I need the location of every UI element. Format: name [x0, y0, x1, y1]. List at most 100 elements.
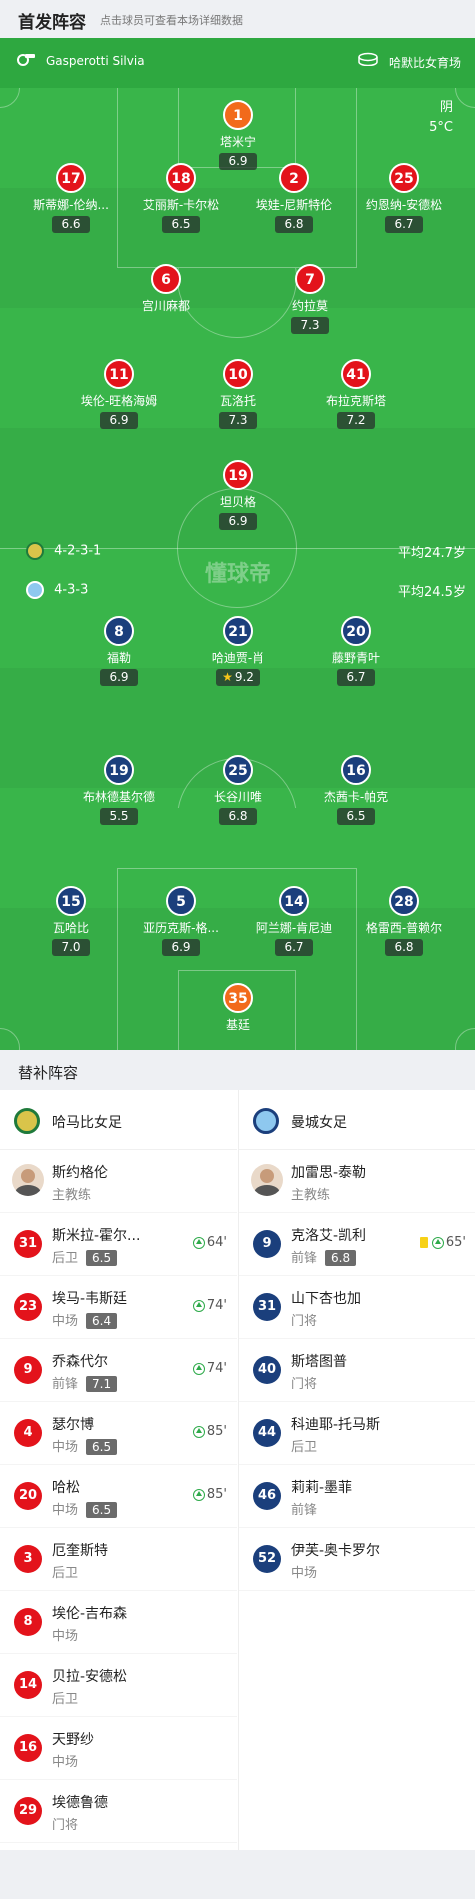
player-number: 16	[341, 755, 371, 785]
sub-number: 44	[253, 1419, 281, 1447]
rating-value: 6.9	[109, 413, 129, 427]
player-rating: 6.9	[100, 669, 138, 686]
sub-minute: 85'	[206, 1487, 227, 1502]
away-player[interactable]: 5 亚历克斯-格... 6.9	[121, 886, 241, 956]
home-player[interactable]: 25 约恩纳-安德松 6.7	[344, 163, 464, 233]
home-avg-age: 平均24.7岁	[398, 546, 466, 561]
player-name: 杰茜卡-帕克	[323, 790, 389, 804]
home-player[interactable]: 2 埃娃-尼斯特伦 6.8	[234, 163, 354, 233]
player-name: 斯蒂娜-伦纳...	[33, 198, 109, 212]
sub-position-label: 中场	[52, 1629, 79, 1644]
away-player[interactable]: 35 基廷	[178, 983, 298, 1033]
home-sub-row[interactable]: 16 天野纱 中场	[0, 1717, 237, 1780]
away-sub-row[interactable]: 40 斯塔图普 门将	[239, 1339, 475, 1402]
away-sub-row[interactable]: 44 科迪耶-托马斯 后卫	[239, 1402, 475, 1465]
home-player[interactable]: 11 埃伦-旺格海姆 6.9	[59, 359, 179, 429]
sub-number: 40	[253, 1356, 281, 1384]
home-player[interactable]: 19 坦贝格 6.9	[178, 460, 298, 530]
away-team-logo-icon	[253, 1108, 279, 1134]
rating-value: 6.8	[284, 217, 304, 231]
home-team-name: 哈马比女足	[52, 1115, 122, 1131]
sub-rating: 6.5	[86, 1439, 118, 1455]
home-sub-row[interactable]: 20 哈松 中场 6.5 85'	[0, 1465, 237, 1528]
away-coach-row[interactable]: 加雷思-泰勒 主教练	[239, 1150, 475, 1213]
home-sub-row[interactable]: 31 斯米拉-霍尔... 后卫 6.5 64'	[0, 1213, 237, 1276]
home-formation-row: 4-2-3-1 平均24.7岁	[26, 542, 466, 561]
sub-name: 埃伦-吉布森	[52, 1606, 128, 1622]
sub-position: 中场	[52, 1625, 78, 1644]
home-player[interactable]: 41 布拉克斯塔 7.2	[296, 359, 416, 429]
player-number: 41	[341, 359, 371, 389]
home-team-logo-icon	[14, 1108, 40, 1134]
weather-temperature: 5°C	[429, 120, 453, 135]
sub-on-icon	[192, 1299, 205, 1312]
home-sub-row[interactable]: 9 乔森代尔 前锋 7.1 74'	[0, 1339, 237, 1402]
sub-position-label: 前锋	[291, 1503, 318, 1518]
home-player[interactable]: 6 宫川麻都	[106, 264, 226, 314]
away-player[interactable]: 25 长谷川唯 6.8	[178, 755, 298, 825]
away-player[interactable]: 14 阿兰娜-肯尼迪 6.7	[234, 886, 354, 956]
player-name: 埃娃-尼斯特伦	[255, 198, 333, 212]
sub-minute: 64'	[206, 1235, 227, 1250]
away-player[interactable]: 28 格雷西-普赖尔 6.8	[344, 886, 464, 956]
home-player[interactable]: 10 瓦洛托 7.3	[178, 359, 298, 429]
pitch: Gasperotti Silvia 哈默比女育场 阴 5°C 懂球帝 4-2-3…	[0, 38, 475, 1050]
sub-name: 埃马-韦斯廷	[52, 1291, 128, 1307]
away-sub-row[interactable]: 46 莉莉-墨菲 前锋	[239, 1465, 475, 1528]
away-player[interactable]: 8 福勒 6.9	[59, 616, 179, 686]
away-team-row[interactable]: 曼城女足	[239, 1090, 475, 1150]
away-sub-row[interactable]: 52 伊芙-奥卡罗尔 中场	[239, 1528, 475, 1591]
away-player[interactable]: 20 藤野青叶 6.7	[296, 616, 416, 686]
whistle-icon	[17, 54, 35, 66]
home-player[interactable]: 1 塔米宁 6.9	[178, 100, 298, 170]
sub-rating: 6.4	[86, 1313, 118, 1329]
home-sub-row[interactable]: 4 瑟尔博 中场 6.5 85'	[0, 1402, 237, 1465]
rating-value: 6.9	[109, 670, 129, 684]
sub-number: 16	[14, 1734, 42, 1762]
page-footer	[0, 1850, 475, 1899]
sub-time: 74'	[192, 1361, 227, 1376]
home-coach-row[interactable]: 斯约格伦 主教练	[0, 1150, 237, 1213]
sub-name: 山下杏也加	[291, 1291, 361, 1307]
player-name: 宫川麻都	[141, 299, 190, 313]
home-sub-row[interactable]: 3 厄奎斯特 后卫	[0, 1528, 237, 1591]
sub-minute: 85'	[206, 1424, 227, 1439]
sub-number: 9	[14, 1356, 42, 1384]
away-sub-row[interactable]: 9 克洛艾-凯利 前锋 6.8 65'	[239, 1213, 475, 1276]
home-player[interactable]: 18 艾丽斯-卡尔松 6.5	[121, 163, 241, 233]
sub-number: 23	[14, 1293, 42, 1321]
sub-on-icon	[192, 1362, 205, 1375]
away-player[interactable]: 21 哈迪贾-肖 ★ 9.2	[178, 616, 298, 686]
home-sub-row[interactable]: 14 贝拉-安德松 后卫	[0, 1654, 237, 1717]
sub-number: 8	[14, 1608, 42, 1636]
away-player[interactable]: 16 杰茜卡-帕克 6.5	[296, 755, 416, 825]
home-team-badge-icon	[26, 542, 44, 560]
player-name: 亚历克斯-格...	[143, 921, 219, 935]
away-player[interactable]: 15 瓦哈比 7.0	[11, 886, 131, 956]
sub-position: 门将	[52, 1814, 78, 1833]
home-team-row[interactable]: 哈马比女足	[0, 1090, 237, 1150]
player-number: 35	[223, 983, 253, 1013]
away-formation-row: 4-3-3 平均24.5岁	[26, 581, 466, 600]
sub-time: 65'	[419, 1235, 466, 1250]
sub-number: 4	[14, 1419, 42, 1447]
subs-header: 替补阵容	[0, 1050, 475, 1090]
lineup-title: 首发阵容	[18, 13, 86, 33]
away-formation: 4-3-3	[54, 582, 89, 598]
rating-value: 6.9	[228, 514, 248, 528]
home-sub-row[interactable]: 23 埃马-韦斯廷 中场 6.4 74'	[0, 1276, 237, 1339]
sub-position-label: 后卫	[52, 1692, 79, 1707]
player-name: 格雷西-普赖尔	[365, 921, 443, 935]
subs-panel: 哈马比女足 斯约格伦 主教练 31 斯米拉-霍尔... 后卫 6.5 64' 23 埃马-韦…	[0, 1090, 475, 1850]
away-player[interactable]: 19 布林德基尔德 5.5	[59, 755, 179, 825]
player-number: 17	[56, 163, 86, 193]
home-sub-row[interactable]: 29 埃德鲁德 门将	[0, 1780, 237, 1843]
player-rating: 6.6	[52, 216, 90, 233]
away-sub-row[interactable]: 31 山下杏也加 门将	[239, 1276, 475, 1339]
home-player[interactable]: 17 斯蒂娜-伦纳... 6.6	[11, 163, 131, 233]
rating-value: 6.9	[171, 940, 191, 954]
player-rating: 6.9	[100, 412, 138, 429]
home-sub-row[interactable]: 8 埃伦-吉布森 中场	[0, 1591, 237, 1654]
home-player[interactable]: 7 约拉莫 7.3	[250, 264, 370, 334]
rating-value: 6.6	[61, 217, 81, 231]
